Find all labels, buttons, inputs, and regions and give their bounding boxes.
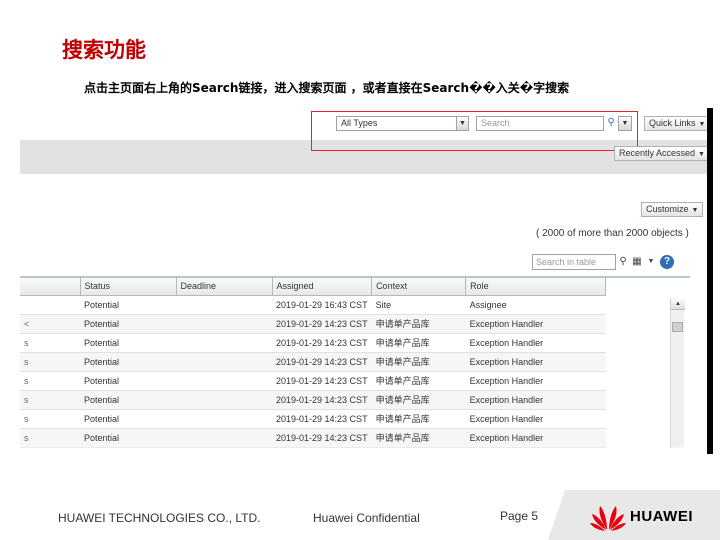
table-search-placeholder: Search in table (536, 257, 597, 267)
object-count: ( 2000 of more than 2000 objects ) (536, 228, 689, 239)
table-row[interactable]: s Potential 2019-01-29 14:23 CST 申请单产品库 … (20, 390, 606, 410)
cell-role: Exception Handler (465, 371, 606, 391)
cell-role: Exception Handler (465, 314, 606, 334)
cell-assigned: 2019-01-29 14:23 CST (272, 371, 372, 391)
app-screenshot: All Types ▼ Search ⚲ ▼ Quick Links ▼ Rece… (20, 108, 713, 454)
column-header-assigned[interactable]: Assigned (272, 278, 373, 296)
cell-role: Exception Handler (465, 390, 606, 410)
cell-deadline (176, 295, 272, 315)
table-header-row: Status Deadline Assigned Context Role (20, 278, 607, 296)
cell-status: Potential (80, 314, 176, 334)
slide-subtitle: 点击主页面右上角的Search链接，进入搜索页面 ，或者直接在Search��入… (84, 81, 570, 95)
huawei-logo-icon (590, 506, 626, 531)
scroll-up-icon[interactable]: ▲ (671, 298, 685, 310)
row-edge (20, 295, 80, 315)
table-scrollbar[interactable]: ▲ (670, 298, 685, 448)
table-row[interactable]: s Potential 2019-01-29 14:23 CST 申请单产品库 … (20, 333, 606, 353)
page-number: Page 5 (500, 509, 539, 523)
footer-confidential: Huawei Confidential (313, 511, 420, 525)
scrollbar-thumb[interactable] (672, 322, 683, 332)
cell-assigned: 2019-01-29 14:23 CST (272, 352, 372, 372)
slide-title: 搜索功能 (62, 38, 146, 62)
table-row[interactable]: < Potential 2019-01-29 14:23 CST 申请单产品库 … (20, 314, 606, 334)
table-search-input[interactable]: Search in table (532, 254, 616, 270)
row-edge: s (20, 390, 80, 410)
cell-deadline (176, 390, 272, 410)
chevron-down-icon: ▼ (691, 207, 699, 214)
cell-status: Potential (80, 371, 176, 391)
cell-deadline (176, 314, 272, 334)
cell-status: Potential (80, 333, 176, 353)
table-row[interactable]: s Potential 2019-01-29 14:23 CST 申请单产品库 … (20, 371, 606, 391)
slide: 搜索功能 点击主页面右上角的Search链接，进入搜索页面 ，或者直接在Sear… (0, 0, 720, 540)
cell-context[interactable]: 申请单产品库 (371, 409, 466, 429)
cell-status: Potential (80, 409, 176, 429)
cell-role: Exception Handler (465, 409, 606, 429)
row-edge: < (20, 314, 80, 334)
cell-role: Assignee (465, 295, 606, 315)
row-edge: s (20, 352, 80, 372)
footer: HUAWEI TECHNOLOGIES CO., LTD. Huawei Con… (0, 490, 720, 540)
cell-context[interactable]: 申请单产品库 (371, 390, 466, 410)
column-header-context[interactable]: Context (371, 278, 467, 296)
recently-accessed-button[interactable]: Recently Accessed ▼ (614, 146, 710, 161)
cell-status: Potential (80, 352, 176, 372)
results-table: Status Deadline Assigned Context Role Po… (20, 278, 607, 448)
column-header-status[interactable]: Status (80, 278, 177, 296)
screen-edge (707, 108, 713, 454)
footer-company: HUAWEI TECHNOLOGIES CO., LTD. (58, 511, 261, 525)
table-row[interactable]: s Potential 2019-01-29 14:23 CST 申请单产品库 … (20, 352, 606, 372)
table-row[interactable]: Potential 2019-01-29 16:43 CST Site Assi… (20, 295, 606, 315)
row-edge: s (20, 371, 80, 391)
cutoff-fade (20, 444, 713, 454)
column-header-role[interactable]: Role (465, 278, 607, 296)
cell-deadline (176, 371, 272, 391)
recently-accessed-label: Recently Accessed (619, 148, 696, 158)
cell-assigned: 2019-01-29 14:23 CST (272, 333, 372, 353)
customize-button[interactable]: Customize ▼ (641, 202, 704, 217)
cell-deadline (176, 352, 272, 372)
help-icon[interactable]: ? (660, 255, 674, 269)
table-view-icon[interactable]: ▦ (630, 255, 644, 269)
quick-links-label: Quick Links (649, 118, 696, 128)
cell-status: Potential (80, 295, 176, 315)
cell-context[interactable]: 申请单产品库 (371, 352, 466, 372)
column-header-deadline[interactable]: Deadline (176, 278, 273, 296)
cell-status: Potential (80, 390, 176, 410)
cell-context[interactable]: Site (371, 295, 466, 315)
cell-context[interactable]: 申请单产品库 (371, 333, 466, 353)
cell-role: Exception Handler (465, 352, 606, 372)
row-edge: s (20, 333, 80, 353)
customize-label: Customize (646, 204, 689, 214)
quick-links-button[interactable]: Quick Links ▼ (644, 116, 711, 131)
cell-assigned: 2019-01-29 14:23 CST (272, 409, 372, 429)
footer-brand: HUAWEI (630, 508, 693, 525)
table-row[interactable]: s Potential 2019-01-29 14:23 CST 申请单产品库 … (20, 409, 606, 429)
cell-context[interactable]: 申请单产品库 (371, 314, 466, 334)
cell-deadline (176, 409, 272, 429)
column-header-edge (20, 278, 81, 296)
chevron-down-icon: ▼ (698, 151, 705, 158)
cell-role: Exception Handler (465, 333, 606, 353)
highlight-frame (311, 111, 638, 151)
table-menu-chevron-icon[interactable]: ▼ (644, 255, 658, 269)
cell-context[interactable]: 申请单产品库 (371, 371, 466, 391)
cell-assigned: 2019-01-29 14:23 CST (272, 314, 372, 334)
row-edge: s (20, 409, 80, 429)
chevron-down-icon: ▼ (698, 121, 706, 128)
cell-deadline (176, 333, 272, 353)
cell-assigned: 2019-01-29 14:23 CST (272, 390, 372, 410)
cell-assigned: 2019-01-29 16:43 CST (272, 295, 372, 315)
table-search-icon[interactable]: ⚲ (616, 255, 630, 269)
